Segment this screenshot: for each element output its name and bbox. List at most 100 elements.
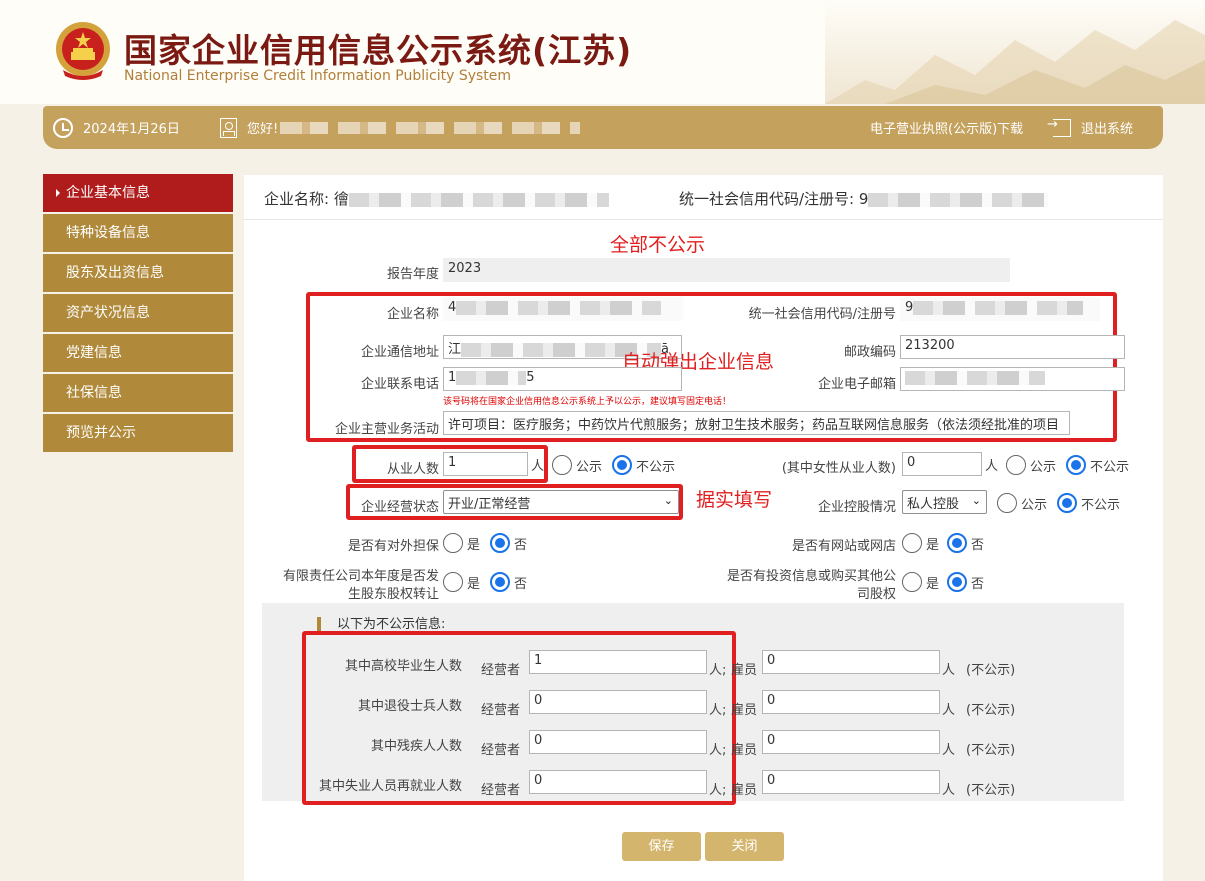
website-yes-radio[interactable] bbox=[902, 533, 922, 553]
redacted-company-name bbox=[349, 193, 609, 207]
equity-transfer-yes-radio[interactable] bbox=[443, 572, 463, 592]
postcode-label: 邮政编码 bbox=[804, 341, 896, 360]
not-public-note: (不公示) bbox=[966, 739, 1015, 758]
logout-icon[interactable] bbox=[1053, 119, 1071, 137]
female-employees-label: (其中女性从业人数) bbox=[744, 457, 896, 476]
license-download-link[interactable]: 电子营业执照(公示版)下载 bbox=[870, 106, 1023, 149]
company-name-form-field: 4 bbox=[443, 297, 683, 321]
equity-transfer-no-label: 否 bbox=[514, 573, 527, 592]
unit-end-label: 人 bbox=[942, 659, 955, 678]
logout-text[interactable]: 退出系统 bbox=[1081, 118, 1133, 137]
close-button[interactable]: 关闭 bbox=[705, 832, 784, 861]
site-subtitle: National Enterprise Credit Information P… bbox=[124, 68, 511, 84]
invest-label-line1: 是否有投资信息或购买其他公 bbox=[694, 565, 896, 584]
female-public-radio[interactable] bbox=[1006, 455, 1026, 475]
female-not-public-radio[interactable] bbox=[1066, 455, 1086, 475]
sidebar-nav: 企业基本信息 特种设备信息 股东及出资信息 资产状况信息 党建信息 社保信息 预… bbox=[43, 174, 233, 454]
private-row-label: 其中高校毕业生人数 bbox=[284, 655, 462, 674]
company-name-value: 徻 bbox=[334, 190, 349, 208]
license-download-text[interactable]: 电子营业执照(公示版)下载 bbox=[870, 118, 1023, 137]
unit-label: 人; bbox=[709, 779, 726, 798]
equity-transfer-no-radio[interactable] bbox=[490, 572, 510, 592]
sidebar-item-special-equipment[interactable]: 特种设备信息 bbox=[43, 214, 233, 252]
greeting-text: 您好! bbox=[247, 118, 278, 137]
employee-label: 雇员 bbox=[731, 739, 757, 758]
employees-input[interactable]: 1 bbox=[443, 452, 528, 476]
phone-label: 企业联系电话 bbox=[324, 373, 439, 392]
invest-yes-radio[interactable] bbox=[902, 572, 922, 592]
sidebar-item-social-security[interactable]: 社保信息 bbox=[43, 374, 233, 412]
guarantee-yes-radio[interactable] bbox=[443, 533, 463, 553]
business-input[interactable]: 许可项目：医疗服务；中药饮片代煎服务；放射卫生技术服务；药品互联网信息服务（依法… bbox=[443, 411, 1070, 435]
annotation-all-private: 全部不公示 bbox=[610, 230, 705, 257]
website-yes-label: 是 bbox=[926, 534, 939, 553]
email-input[interactable] bbox=[900, 367, 1125, 391]
phone-tail: 5 bbox=[526, 370, 534, 385]
operator-label: 经营者 bbox=[481, 659, 520, 678]
logout-link[interactable]: 退出系统 bbox=[1033, 106, 1133, 149]
holding-public-radio[interactable] bbox=[997, 493, 1017, 513]
private-row-label: 其中退役士兵人数 bbox=[284, 695, 462, 714]
guarantee-label: 是否有对外担保 bbox=[314, 535, 439, 554]
holding-select[interactable]: 私人控股 ⌄ bbox=[902, 490, 987, 514]
female-employees-input[interactable]: 0 bbox=[902, 452, 982, 476]
employees-not-public-radio[interactable] bbox=[612, 455, 632, 475]
not-public-note: (不公示) bbox=[966, 699, 1015, 718]
postcode-input[interactable]: 213200 bbox=[900, 335, 1125, 359]
graduates-employee-input[interactable]: 0 bbox=[762, 650, 940, 674]
employees-public-label: 公示 bbox=[576, 456, 602, 475]
save-button[interactable]: 保存 bbox=[622, 832, 701, 861]
disabled-employee-input[interactable]: 0 bbox=[762, 730, 940, 754]
guarantee-no-radio[interactable] bbox=[490, 533, 510, 553]
sidebar-item-shareholders[interactable]: 股东及出资信息 bbox=[43, 254, 233, 292]
unit-label: 人; bbox=[709, 739, 726, 758]
employees-public-radio[interactable] bbox=[552, 455, 572, 475]
invest-no-label: 否 bbox=[971, 573, 984, 592]
redacted-form-company-name bbox=[456, 301, 661, 315]
disabled-operator-input[interactable]: 0 bbox=[529, 730, 707, 754]
redacted-username bbox=[280, 122, 580, 134]
company-name-form-value: 4 bbox=[448, 300, 456, 315]
operator-label: 经营者 bbox=[481, 779, 520, 798]
company-name-display: 企业名称: 徻 bbox=[264, 188, 609, 209]
sidebar-item-party-building[interactable]: 党建信息 bbox=[43, 334, 233, 372]
report-year-field: 2023 bbox=[443, 258, 1010, 282]
invest-yes-label: 是 bbox=[926, 573, 939, 592]
invest-no-radio[interactable] bbox=[947, 572, 967, 592]
guarantee-no-label: 否 bbox=[514, 534, 527, 553]
redacted-form-credit-code bbox=[913, 301, 1083, 315]
female-unit: 人 bbox=[985, 455, 998, 474]
website-no-radio[interactable] bbox=[947, 533, 967, 553]
header-landscape-decoration bbox=[825, 0, 1205, 104]
unit-end-label: 人 bbox=[942, 739, 955, 758]
chevron-down-icon: ⌄ bbox=[664, 494, 673, 507]
veterans-operator-input[interactable]: 0 bbox=[529, 690, 707, 714]
status-select[interactable]: 开业/正常经营 ⌄ bbox=[443, 490, 679, 514]
holding-not-public-radio[interactable] bbox=[1057, 493, 1077, 513]
female-public-label: 公示 bbox=[1030, 456, 1056, 475]
equity-transfer-label-line2: 生股东股权转让 bbox=[264, 583, 439, 602]
sidebar-item-basic-info[interactable]: 企业基本信息 bbox=[43, 174, 233, 212]
address-label: 企业通信地址 bbox=[324, 341, 439, 360]
credit-code-form-field: 9 bbox=[900, 297, 1100, 321]
annotation-fill-truth: 据实填写 bbox=[696, 485, 772, 512]
email-label: 企业电子邮箱 bbox=[784, 373, 896, 392]
credit-code-form-value: 9 bbox=[905, 300, 913, 315]
site-title: 国家企业信用信息公示系统(江苏) bbox=[124, 24, 632, 72]
phone-value: 1 bbox=[448, 370, 456, 385]
holding-value: 私人控股 bbox=[907, 497, 959, 512]
private-row-label: 其中残疾人人数 bbox=[284, 735, 462, 754]
employees-label: 从业人数 bbox=[364, 458, 439, 477]
not-public-note: (不公示) bbox=[966, 659, 1015, 678]
reemployed-employee-input[interactable]: 0 bbox=[762, 770, 940, 794]
national-emblem-icon bbox=[53, 20, 113, 82]
guarantee-yes-label: 是 bbox=[467, 534, 480, 553]
sidebar-item-assets[interactable]: 资产状况信息 bbox=[43, 294, 233, 332]
veterans-employee-input[interactable]: 0 bbox=[762, 690, 940, 714]
graduates-operator-input[interactable]: 1 bbox=[529, 650, 707, 674]
sidebar-item-preview-publish[interactable]: 预览并公示 bbox=[43, 414, 233, 452]
reemployed-operator-input[interactable]: 0 bbox=[529, 770, 707, 794]
top-bar: 2024年1月26日 您好! 电子营业执照(公示版)下载 退出系统 bbox=[43, 106, 1163, 149]
main-panel: 企业名称: 徻 统一社会信用代码/注册号: 9 全部不公示 报告年度 2023 … bbox=[244, 175, 1163, 881]
phone-input[interactable]: 15 bbox=[443, 367, 682, 391]
